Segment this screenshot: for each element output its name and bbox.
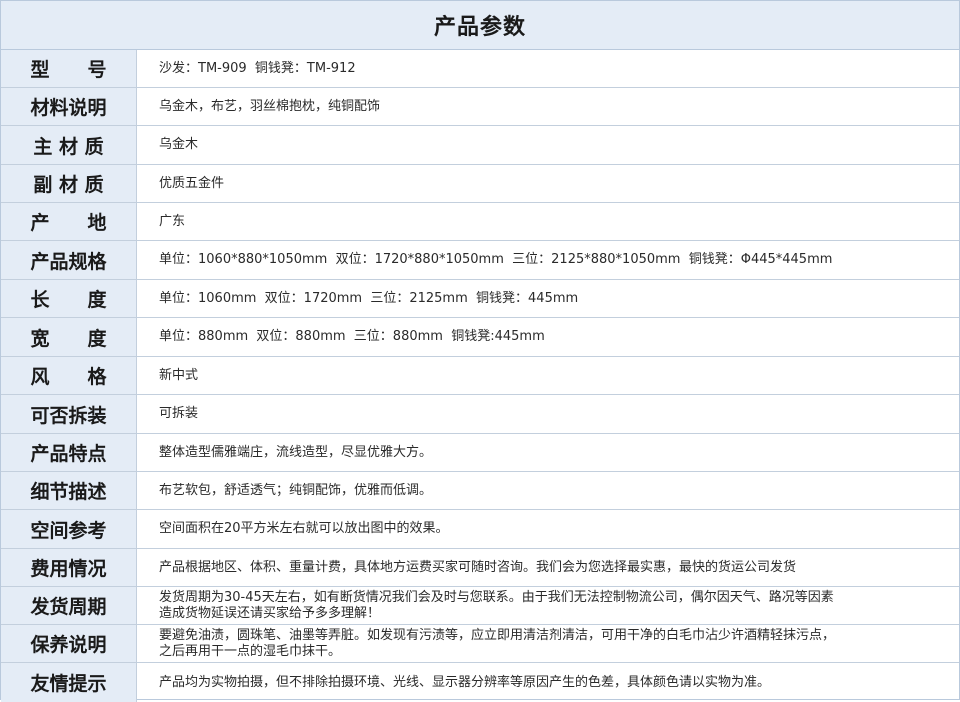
row-label-text: 发货周期 xyxy=(30,596,107,618)
table-row: 风 格 新中式 xyxy=(1,357,959,395)
row-label-text: 细节描述 xyxy=(30,481,107,503)
table-row: 产品规格 单位：1060*880*1050mm 双位：1720*880*1050m… xyxy=(1,241,959,280)
row-label-text: 材料说明 xyxy=(30,97,107,119)
row-label: 保养说明 xyxy=(1,625,137,662)
table-row: 主 材 质 乌金木 xyxy=(1,126,959,165)
row-label-text: 友情提示 xyxy=(30,673,107,695)
row-value: 单位：1060mm 双位：1720mm 三位：2125mm 铜钱凳：445mm xyxy=(159,290,579,306)
row-label: 费用情况 xyxy=(1,549,137,586)
table-row: 产品特点 整体造型儒雅端庄，流线造型，尽显优雅大方。 xyxy=(1,434,959,472)
row-label: 产品特点 xyxy=(1,434,137,471)
row-value: 广东 xyxy=(159,213,186,229)
table-row: 副 材 质 优质五金件 xyxy=(1,165,959,203)
row-label: 型 号 xyxy=(1,50,137,87)
table-row: 材料说明 乌金木，布艺，羽丝棉抱枕，纯铜配饰 xyxy=(1,88,959,126)
row-label: 可否拆装 xyxy=(1,395,137,433)
row-value: 单位：1060*880*1050mm 双位：1720*880*1050mm 三位… xyxy=(159,252,833,267)
row-value: 可拆装 xyxy=(159,406,199,421)
table-row: 产 地 广东 xyxy=(1,203,959,241)
table-row: 型 号 沙发：TM-909 铜钱凳：TM-912 xyxy=(1,50,959,88)
table-row: 费用情况 产品根据地区、体积、重量计费，具体地方运费买家可随时咨询。我们会为您选择… xyxy=(1,549,959,587)
row-label: 友情提示 xyxy=(1,663,137,702)
row-value: 优质五金件 xyxy=(159,175,225,191)
row-label: 细节描述 xyxy=(1,472,137,509)
row-label-text: 风 格 xyxy=(30,366,107,388)
table-row: 细节描述 布艺软包，舒适透气；纯铜配饰，优雅而低调。 xyxy=(1,472,959,510)
table-row: 发货周期 发货周期为30-45天左右，如有断货情况我们会及时与您联系。由于我们无法… xyxy=(1,587,959,625)
row-value: 沙发：TM-909 铜钱凳：TM-912 xyxy=(159,60,356,76)
row-label: 发货周期 xyxy=(1,587,137,624)
parameter-rows: 型 号 沙发：TM-909 铜钱凳：TM-912 材料说明 乌金木，布艺，羽丝棉抱枕，… xyxy=(1,50,959,702)
row-label: 长 度 xyxy=(1,280,137,317)
row-label-text: 可否拆装 xyxy=(30,404,107,427)
table-row: 长 度 单位：1060mm 双位：1720mm 三位：2125mm 铜钱凳：445… xyxy=(1,280,959,318)
row-label-text: 型 号 xyxy=(30,59,107,81)
row-value: 乌金木，布艺，羽丝棉抱枕，纯铜配饰 xyxy=(159,98,381,114)
row-label: 材料说明 xyxy=(1,88,137,125)
row-value: 整体造型儒雅端庄，流线造型，尽显优雅大方。 xyxy=(159,444,433,460)
table-title: 产品参数 xyxy=(1,1,959,50)
row-label-text: 保养说明 xyxy=(30,634,107,656)
product-parameters-table: 产品参数 型 号 沙发：TM-909 铜钱凳：TM-912 材料说明 乌金木，布艺，羽… xyxy=(0,0,960,702)
row-label-text: 副 材 质 xyxy=(33,174,104,196)
row-value: 新中式 xyxy=(159,367,199,383)
row-value: 乌金木 xyxy=(159,137,199,152)
row-value: 布艺软包，舒适透气；纯铜配饰，优雅而低调。 xyxy=(159,482,433,498)
row-label: 风 格 xyxy=(1,357,137,394)
table-row: 友情提示 产品均为实物拍摄，但不排除拍摄环境、光线、显示器分辨率等原因产生的色差，… xyxy=(1,663,959,702)
row-value: 要避免油渍，圆珠笔、油墨等弄脏。如发现有污渍等，应立即用清洁剂清洁，可用干净的白… xyxy=(159,627,836,659)
row-value: 产品根据地区、体积、重量计费，具体地方运费买家可随时咨询。我们会为您选择最实惠，… xyxy=(159,559,797,575)
row-value: 发货周期为30-45天左右，如有断货情况我们会及时与您联系。由于我们无法控制物流… xyxy=(159,589,834,621)
row-label-text: 主 材 质 xyxy=(33,135,104,158)
table-row: 可否拆装 可拆装 xyxy=(1,395,959,434)
row-label: 产 地 xyxy=(1,203,137,240)
row-label-text: 长 度 xyxy=(30,289,107,311)
row-value: 空间面积在20平方米左右就可以放出图中的效果。 xyxy=(159,521,449,536)
row-value: 产品均为实物拍摄，但不排除拍摄环境、光线、显示器分辨率等原因产生的色差，具体颜色… xyxy=(159,674,771,690)
row-label: 副 材 质 xyxy=(1,165,137,202)
row-value: 单位：880mm 双位：880mm 三位：880mm 铜钱凳:445mm xyxy=(159,329,545,344)
row-label-text: 费用情况 xyxy=(30,558,107,580)
table-row: 空间参考 空间面积在20平方米左右就可以放出图中的效果。 xyxy=(1,510,959,549)
row-label-text: 空间参考 xyxy=(30,519,107,542)
row-label: 宽 度 xyxy=(1,318,137,356)
row-label: 产品规格 xyxy=(1,241,137,279)
row-label: 主 材 质 xyxy=(1,126,137,164)
row-label-text: 宽 度 xyxy=(30,327,107,350)
row-label-text: 产品特点 xyxy=(30,443,107,465)
row-label: 空间参考 xyxy=(1,510,137,548)
row-label-text: 产品规格 xyxy=(30,250,107,273)
row-label-text: 产 地 xyxy=(30,212,107,234)
table-row: 保养说明 要避免油渍，圆珠笔、油墨等弄脏。如发现有污渍等，应立即用清洁剂清洁，可用… xyxy=(1,625,959,663)
table-row: 宽 度 单位：880mm 双位：880mm 三位：880mm 铜钱凳:445mm xyxy=(1,318,959,357)
